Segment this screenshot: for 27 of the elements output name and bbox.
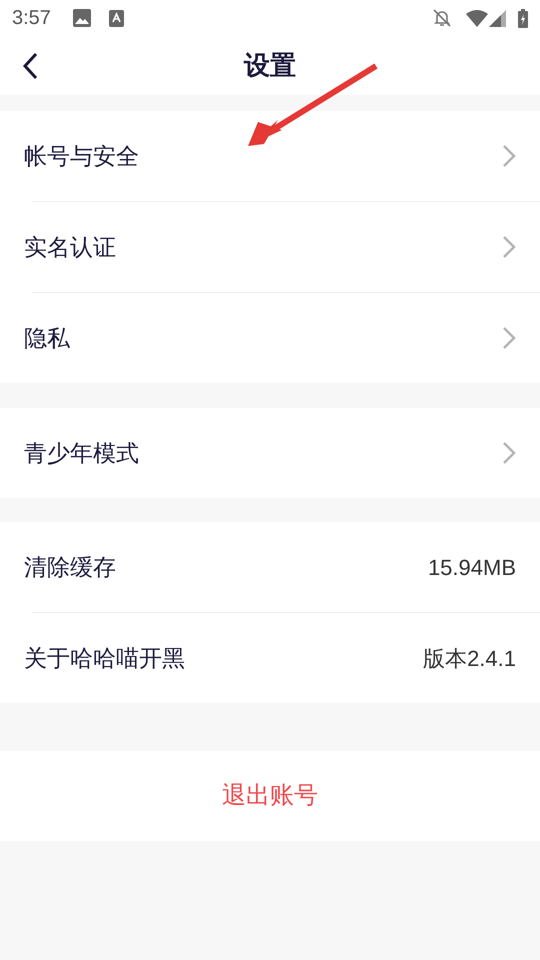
row-label: 隐私 [24,324,71,353]
settings-row[interactable]: 帐号与安全 [0,111,540,201]
row-label: 青少年模式 [24,438,140,468]
settings-row[interactable]: 实名认证 [0,202,540,292]
settings-row[interactable]: 关于哈哈喵开黑 版本2.4.1 [0,613,540,703]
row-value: 15.94MB [428,554,516,582]
row-value: 版本2.4.1 [423,644,516,672]
settings-row[interactable]: 清除缓存 15.94MB [0,522,540,612]
chevron-right-icon [502,441,516,465]
chevron-right-icon [502,235,516,259]
row-label: 关于哈哈喵开黑 [24,644,186,673]
page-title: 设置 [244,49,296,82]
row-label: 实名认证 [24,232,117,262]
keyboard-icon [108,10,124,26]
settings-row[interactable]: 隐私 [0,293,540,383]
settings-row[interactable]: 青少年模式 [0,408,540,498]
chevron-right-icon [502,144,516,168]
signal-icon [489,10,506,26]
battery-icon [518,8,528,28]
image-icon [72,9,91,27]
logout-button[interactable]: 退出账号 [0,751,540,841]
back-icon [22,52,38,80]
row-label: 清除缓存 [24,552,117,582]
chevron-right-icon [502,326,516,350]
muted-bell-icon [432,8,452,28]
row-label: 帐号与安全 [24,142,140,171]
status-time: 3:57 [12,6,51,31]
